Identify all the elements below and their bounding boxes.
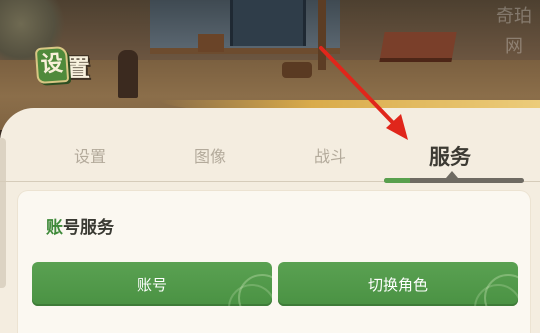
scene-table xyxy=(379,32,457,62)
title-badge: 设 xyxy=(34,45,70,85)
switch-role-button-label: 切换角色 xyxy=(367,275,428,294)
left-scroll-edge xyxy=(0,138,6,288)
account-button[interactable]: 账号 xyxy=(32,262,272,306)
switch-role-button[interactable]: 切换角色 xyxy=(278,262,518,306)
tab-combat[interactable]: 战斗 xyxy=(270,140,390,176)
account-service-card: 账号服务 账号 切换角色 xyxy=(18,191,530,333)
tab-graphics[interactable]: 图像 xyxy=(150,140,270,176)
section-title-rest: 号服务 xyxy=(63,218,114,238)
button-decoration-icon xyxy=(474,284,518,306)
section-title: 账号服务 xyxy=(46,213,114,238)
settings-screen: 设 置 设置 图像 战斗 服务 账号服务 账号 切换角色 奇珀网 xyxy=(0,0,540,333)
active-tab-caret-icon xyxy=(446,171,458,178)
tab-bar: 设置 图像 战斗 服务 xyxy=(30,140,510,176)
button-decoration-icon xyxy=(228,284,272,306)
title-text: 置 xyxy=(66,53,90,82)
scene-pole xyxy=(318,0,326,70)
page-title: 设 置 xyxy=(34,45,90,85)
scene-character xyxy=(118,50,138,98)
scene-crate xyxy=(198,34,224,52)
active-tab-indicator-accent xyxy=(384,178,410,183)
account-button-label: 账号 xyxy=(136,275,167,294)
scene-barrel xyxy=(282,62,312,78)
tab-settings[interactable]: 设置 xyxy=(30,140,150,176)
section-title-accent: 账 xyxy=(46,218,63,238)
scene-doorway xyxy=(230,0,306,46)
